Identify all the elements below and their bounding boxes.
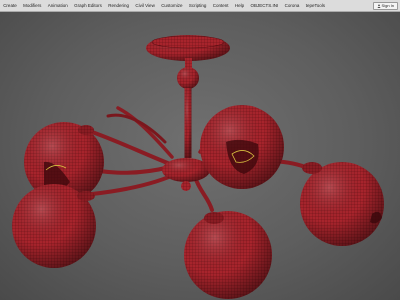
globe-lower-center <box>184 211 272 299</box>
menu-content[interactable]: Content <box>210 0 232 12</box>
center-hub <box>162 158 210 191</box>
sign-in-label: Sign In <box>381 3 394 8</box>
viewport-3d[interactable] <box>0 12 400 300</box>
menu-customize[interactable]: Customize <box>158 0 186 12</box>
menu-rendering[interactable]: Rendering <box>105 0 132 12</box>
menu-tepetools[interactable]: tepeTools <box>303 0 329 12</box>
user-icon <box>376 4 381 8</box>
menu-bar: Create Modifiers Animation Graph Editors… <box>0 0 400 12</box>
menu-help[interactable]: Help <box>232 0 248 12</box>
menu-objects-ini[interactable]: OBJECTS.INI <box>247 0 281 12</box>
menu-animation[interactable]: Animation <box>45 0 71 12</box>
menu-civil-view[interactable]: Civil View <box>132 0 158 12</box>
ceiling-canopy <box>146 35 230 61</box>
menu-modifiers[interactable]: Modifiers <box>20 0 45 12</box>
globe-upper-right <box>200 105 284 189</box>
globe-lower-left <box>12 184 96 268</box>
central-stem <box>177 58 199 158</box>
globe-right <box>300 162 384 246</box>
chandelier-model <box>12 35 384 299</box>
menu-create[interactable]: Create <box>0 0 20 12</box>
menu-corona[interactable]: Corona <box>281 0 302 12</box>
menu-scripting[interactable]: Scripting <box>186 0 210 12</box>
menu-graph-editors[interactable]: Graph Editors <box>71 0 105 12</box>
sign-in-button[interactable]: Sign In <box>372 2 398 10</box>
